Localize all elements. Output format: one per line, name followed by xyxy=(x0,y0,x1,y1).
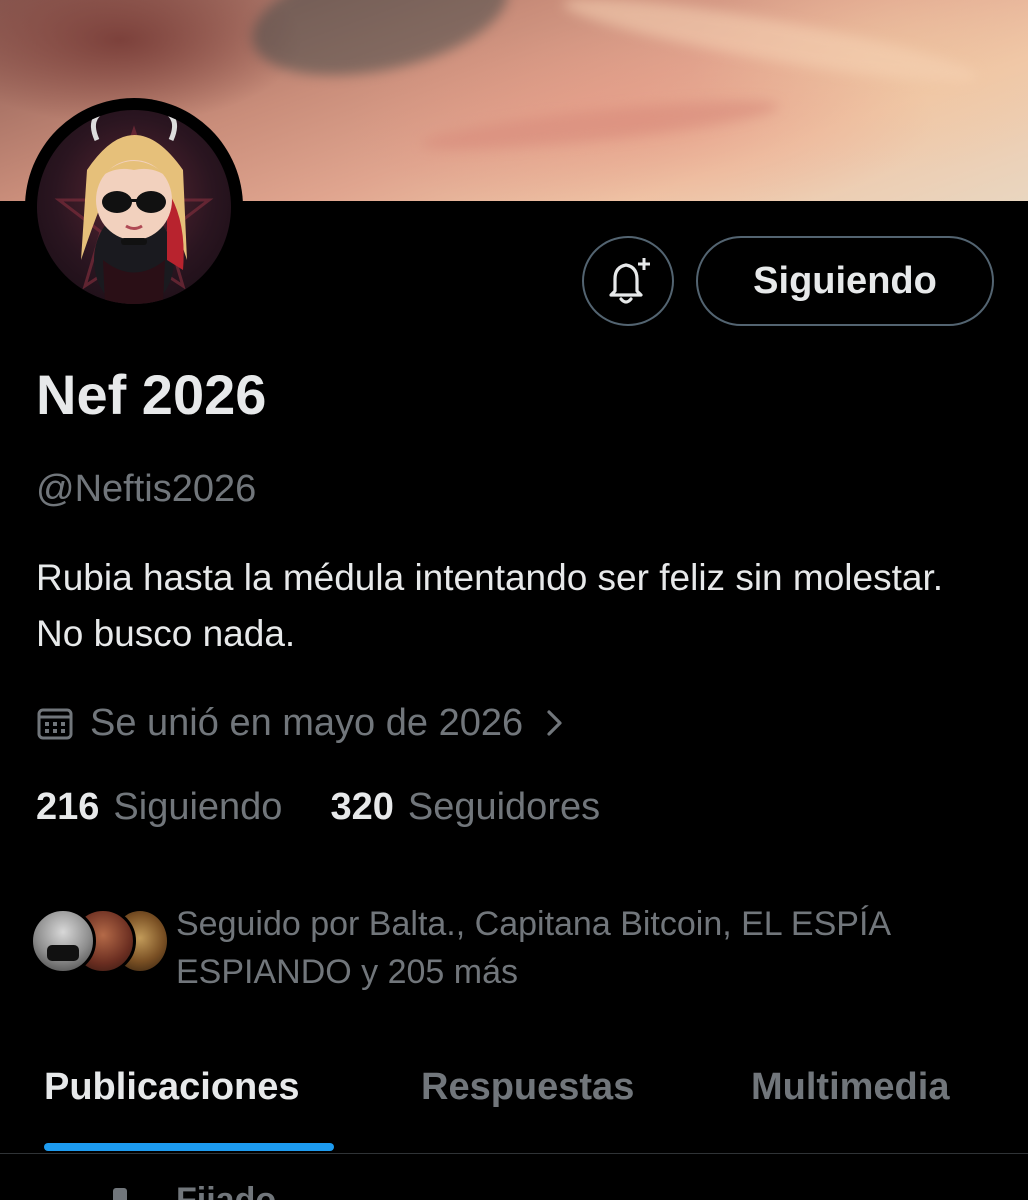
pinned-post-label: Fijado xyxy=(110,1180,276,1200)
tab-publicaciones[interactable]: Publicaciones xyxy=(44,1066,300,1109)
avatar-illustration xyxy=(54,110,214,304)
banner-texture xyxy=(419,91,781,159)
notifications-bell-button[interactable] xyxy=(582,236,674,326)
avatar-image xyxy=(37,110,231,304)
tab-respuestas[interactable]: Respuestas xyxy=(421,1066,634,1109)
user-handle: @Neftis2026 xyxy=(36,468,257,510)
profile-avatar[interactable] xyxy=(25,98,243,316)
follower-avatars xyxy=(30,900,170,974)
calendar-icon xyxy=(37,708,73,740)
followers-count: 320 xyxy=(330,786,394,828)
pinned-label: Fijado xyxy=(176,1181,277,1200)
followers-stat[interactable]: 320 Seguidores xyxy=(330,786,600,829)
bell-plus-icon xyxy=(609,258,650,304)
pin-icon xyxy=(113,1188,127,1200)
follower-avatar xyxy=(30,908,96,974)
following-count: 216 xyxy=(36,786,100,828)
following-button[interactable]: Siguiendo xyxy=(696,236,994,326)
followed-by-row[interactable]: Seguido por Balta., Capitana Bitcoin, EL… xyxy=(30,900,996,996)
tab-multimedia[interactable]: Multimedia xyxy=(751,1066,949,1109)
joined-date: Se unió en mayo de 2026 xyxy=(90,701,524,744)
display-name: Nef 2026 xyxy=(36,363,267,426)
followers-label: Seguidores xyxy=(407,786,601,828)
profile-bio: Rubia hasta la médula intentando ser fel… xyxy=(36,557,944,654)
joined-date-row[interactable]: Se unió en mayo de 2026 xyxy=(36,698,565,748)
followed-by-text: Seguido por Balta., Capitana Bitcoin, EL… xyxy=(176,905,890,991)
banner-texture xyxy=(241,0,519,96)
profile-stats: 216 Siguiendo 320 Seguidores xyxy=(36,786,600,829)
following-stat[interactable]: 216 Siguiendo xyxy=(36,786,282,829)
banner-texture xyxy=(559,0,981,97)
profile-tabs: Publicaciones Respuestas Multimedia xyxy=(0,1052,1028,1152)
chevron-right-icon xyxy=(547,710,562,736)
following-label: Siguiendo xyxy=(113,786,283,828)
tabs-divider xyxy=(0,1153,1028,1154)
active-tab-indicator xyxy=(44,1143,334,1151)
